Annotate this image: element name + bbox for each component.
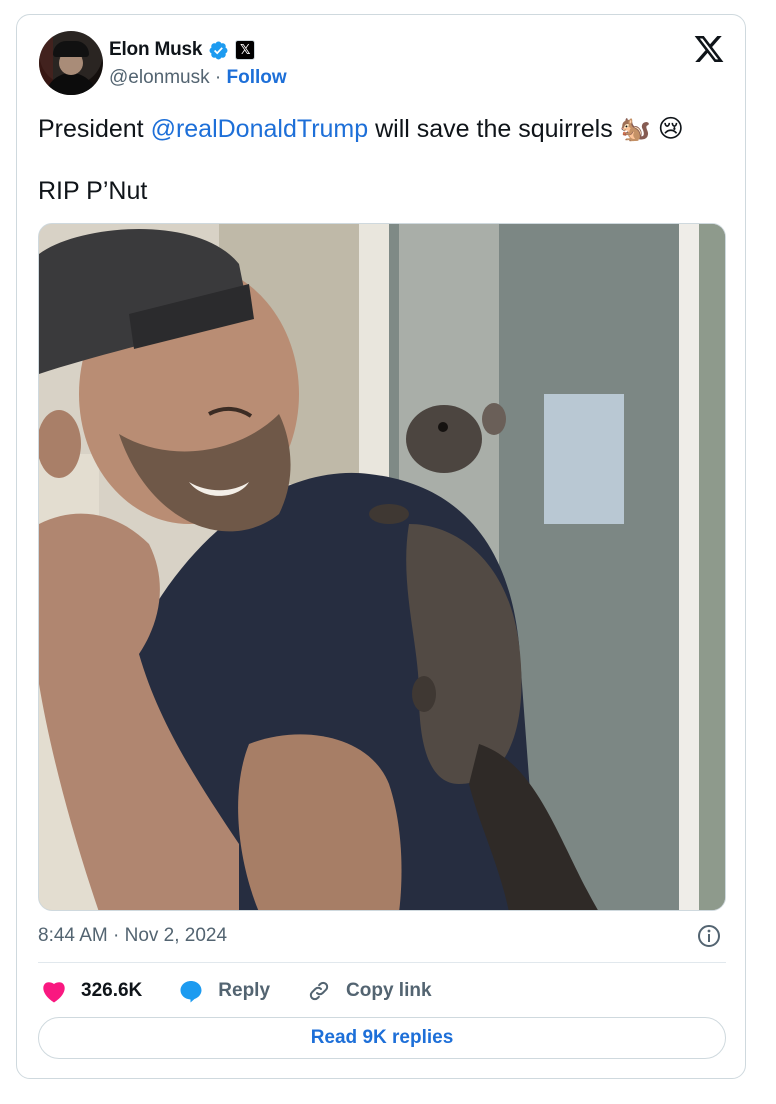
like-count: 326.6K	[81, 980, 143, 1001]
author-name-row: Elon Musk 𝕏	[109, 39, 256, 61]
reply-bubble-icon	[180, 981, 202, 1003]
x-affiliate-icon: 𝕏	[235, 40, 256, 60]
reply-label: Reply	[218, 980, 271, 1001]
link-icon	[309, 981, 329, 1001]
mention-link[interactable]: @realDonaldTrump	[151, 115, 369, 143]
handle-row: @elonmusk · Follow	[109, 67, 287, 89]
tweet-text-prefix: President	[38, 115, 151, 143]
tweet-card: Elon Musk 𝕏 @elonmusk · Follow President…	[16, 14, 746, 1079]
heart-icon	[43, 982, 65, 1003]
copy-link-label: Copy link	[346, 980, 432, 1001]
verified-badge-icon	[209, 41, 228, 59]
x-logo-icon[interactable]	[693, 33, 725, 65]
read-replies-button[interactable]: Read 9K replies	[38, 1017, 726, 1059]
tweet-text-suffix: will save the squirrels 🐿️ 😢	[368, 115, 684, 143]
reply-button[interactable]: Reply	[178, 979, 270, 1003]
tweet-timestamp[interactable]: 8:44 AM · Nov 2, 2024	[38, 925, 227, 947]
tweet-text: President @realDonaldTrump will save the…	[38, 113, 728, 207]
divider	[38, 962, 726, 963]
tweet-line-1: President @realDonaldTrump will save the…	[38, 113, 728, 145]
info-icon[interactable]	[697, 924, 721, 948]
author-handle[interactable]: @elonmusk	[109, 67, 210, 88]
like-button[interactable]: 326.6K	[41, 979, 142, 1003]
copy-link-button[interactable]: Copy link	[306, 979, 432, 1003]
tweet-line-2: RIP P’Nut	[38, 177, 148, 205]
action-bar: 326.6K Reply Copy link	[41, 977, 468, 1005]
tweet-photo[interactable]	[38, 223, 726, 911]
man-with-squirrel-image	[39, 224, 725, 910]
follow-button[interactable]: Follow	[227, 67, 287, 88]
avatar[interactable]	[39, 31, 103, 95]
author-name[interactable]: Elon Musk	[109, 39, 202, 61]
separator: ·	[214, 67, 222, 88]
